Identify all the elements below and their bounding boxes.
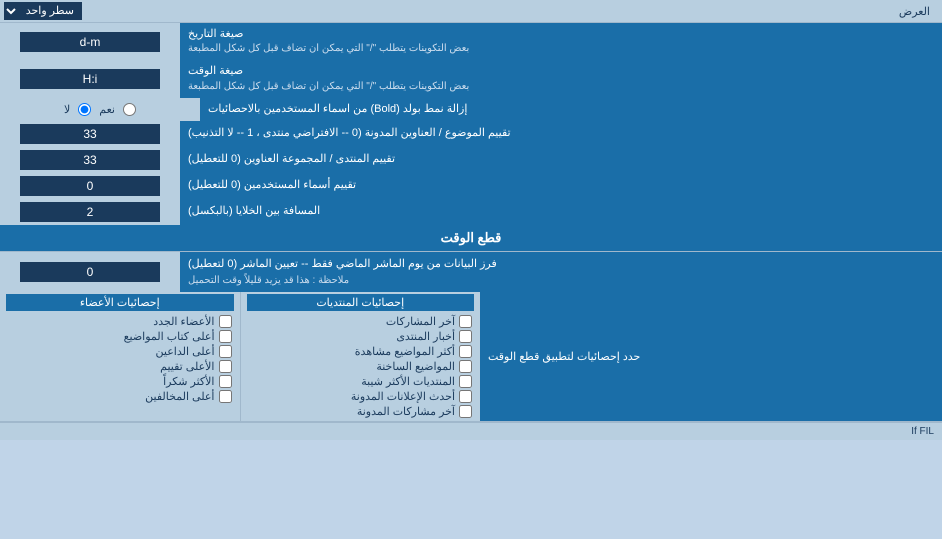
posts-stat-3-label: أكثر المواضيع مشاهدة	[355, 345, 455, 358]
checkbox-item: أعلى كتاب المواضيع	[6, 329, 234, 344]
gap-label: المسافة بين الخلايا (بالبكسل)	[180, 199, 942, 225]
sort-users-input-cell	[0, 173, 180, 199]
date-format-row: صيغة التاريخ بعض التكوينات يتطلب "/" الت…	[0, 23, 942, 60]
members-stat-2-label: أعلى كتاب المواضيع	[124, 330, 215, 343]
posts-stat-2-label: أخبار المنتدى	[396, 330, 455, 343]
checkbox-item: أخبار المنتدى	[247, 329, 475, 344]
stats-apply-label: حدد إحصائيات لتطبيق قطع الوقت	[480, 292, 942, 421]
gap-row: المسافة بين الخلايا (بالبكسل)	[0, 199, 942, 225]
checkbox-item: الأعلى تقييم	[6, 359, 234, 374]
date-format-input-cell	[0, 23, 180, 60]
sort-forum-row: تقييم المنتدى / المجموعة العناوين (0 للت…	[0, 147, 942, 173]
posts-stat-1-checkbox[interactable]	[459, 315, 472, 328]
time-format-input[interactable]	[20, 69, 160, 89]
posts-stat-5-checkbox[interactable]	[459, 375, 472, 388]
checkbox-item: أعلى المخالفين	[6, 389, 234, 404]
members-stat-6-checkbox[interactable]	[219, 390, 232, 403]
members-stat-3-checkbox[interactable]	[219, 345, 232, 358]
time-format-row: صيغة الوقت بعض التكوينات يتطلب "/" التي …	[0, 60, 942, 97]
sort-topics-label: تقييم الموضوع / العناوين المدونة (0 -- ا…	[180, 121, 942, 147]
date-format-label: صيغة التاريخ بعض التكوينات يتطلب "/" الت…	[180, 23, 942, 60]
posts-stats-col: إحصائيات المنتديات آخر المشاركات أخبار ا…	[241, 292, 481, 421]
sort-forum-input-cell	[0, 147, 180, 173]
time-format-label: صيغة الوقت بعض التكوينات يتطلب "/" التي …	[180, 60, 942, 97]
cutoff-section-header: قطع الوقت	[0, 225, 942, 252]
sort-users-row: تقييم أسماء المستخدمين (0 للتعطيل)	[0, 173, 942, 199]
checkbox-item: الأعضاء الجدد	[6, 314, 234, 329]
checkbox-item: المنتديات الأكثر شيبة	[247, 374, 475, 389]
bold-yes-radio[interactable]	[123, 103, 136, 116]
posts-stat-4-checkbox[interactable]	[459, 360, 472, 373]
checkbox-item: أحدث الإعلانات المدونة	[247, 389, 475, 404]
checkbox-item: الأكثر شكراً	[6, 374, 234, 389]
posts-stat-2-checkbox[interactable]	[459, 330, 472, 343]
time-format-input-cell	[0, 60, 180, 97]
checkboxes-container: إحصائيات المنتديات آخر المشاركات أخبار ا…	[0, 292, 480, 421]
posts-stat-3-checkbox[interactable]	[459, 345, 472, 358]
gap-input[interactable]	[20, 202, 160, 222]
sort-users-label: تقييم أسماء المستخدمين (0 للتعطيل)	[180, 173, 942, 199]
sort-forum-label: تقييم المنتدى / المجموعة العناوين (0 للت…	[180, 147, 942, 173]
members-stats-col: إحصائيات الأعضاء الأعضاء الجدد أعلى كتاب…	[0, 292, 241, 421]
checkbox-item: المواضيع الساخنة	[247, 359, 475, 374]
cutoff-days-input-cell	[0, 252, 180, 292]
sort-topics-input[interactable]	[20, 124, 160, 144]
posts-stat-4-label: المواضيع الساخنة	[376, 360, 455, 373]
members-stat-1-checkbox[interactable]	[219, 315, 232, 328]
checkbox-item: آخر المشاركات	[247, 314, 475, 329]
members-stat-5-label: الأكثر شكراً	[163, 375, 214, 388]
display-label: العرض	[82, 5, 938, 18]
bold-remove-row: إزالة نمط بولد (Bold) من اسماء المستخدمي…	[0, 98, 942, 121]
checkbox-item: أعلى الداعين	[6, 344, 234, 359]
sort-users-input[interactable]	[20, 176, 160, 196]
posts-stat-6-checkbox[interactable]	[459, 390, 472, 403]
members-stats-header: إحصائيات الأعضاء	[6, 294, 234, 311]
members-stat-2-checkbox[interactable]	[219, 330, 232, 343]
members-stat-1-label: الأعضاء الجدد	[153, 315, 214, 328]
display-dropdown[interactable]: سطر واحد سطران ثلاثة أسطر	[4, 2, 82, 20]
bold-no-radio[interactable]	[78, 103, 91, 116]
checkbox-item: أكثر المواضيع مشاهدة	[247, 344, 475, 359]
cutoff-days-input[interactable]	[20, 262, 160, 282]
posts-stat-5-label: المنتديات الأكثر شيبة	[361, 375, 455, 388]
members-stat-3-label: أعلى الداعين	[156, 345, 215, 358]
posts-stat-7-label: آخر مشاركات المدونة	[357, 405, 455, 418]
sort-forum-input[interactable]	[20, 150, 160, 170]
posts-stats-header: إحصائيات المنتديات	[247, 294, 475, 311]
sort-topics-row: تقييم الموضوع / العناوين المدونة (0 -- ا…	[0, 121, 942, 147]
checkboxes-section: حدد إحصائيات لتطبيق قطع الوقت إحصائيات ا…	[0, 292, 942, 422]
bold-remove-label: إزالة نمط بولد (Bold) من اسماء المستخدمي…	[200, 98, 942, 121]
posts-stat-7-checkbox[interactable]	[459, 405, 472, 418]
members-stat-4-label: الأعلى تقييم	[160, 360, 214, 373]
date-format-input[interactable]	[20, 32, 160, 52]
bottom-hint: If FIL	[0, 422, 942, 440]
members-stat-4-checkbox[interactable]	[219, 360, 232, 373]
display-row: العرض سطر واحد سطران ثلاثة أسطر	[0, 0, 942, 23]
checkbox-item: آخر مشاركات المدونة	[247, 404, 475, 419]
bold-remove-input-cell: نعم لا	[0, 98, 200, 121]
posts-stat-1-label: آخر المشاركات	[386, 315, 455, 328]
cutoff-days-label: فرز البيانات من يوم الماشر الماضي فقط --…	[180, 252, 942, 292]
gap-input-cell	[0, 199, 180, 225]
sort-topics-input-cell	[0, 121, 180, 147]
members-stat-5-checkbox[interactable]	[219, 375, 232, 388]
cutoff-days-row: فرز البيانات من يوم الماشر الماضي فقط --…	[0, 252, 942, 292]
members-stat-6-label: أعلى المخالفين	[145, 390, 214, 403]
posts-stat-6-label: أحدث الإعلانات المدونة	[351, 390, 455, 403]
